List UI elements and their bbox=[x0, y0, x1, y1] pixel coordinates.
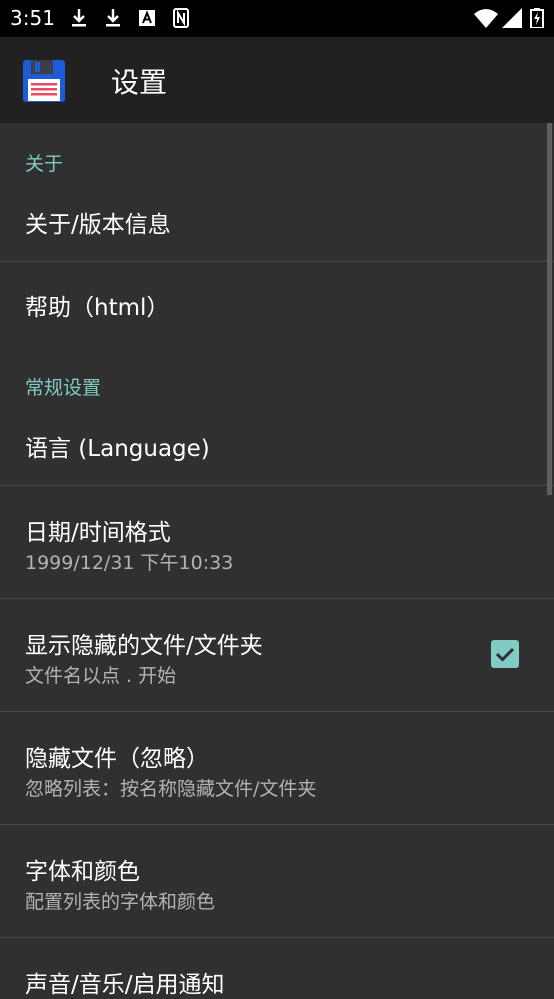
checkmark-icon bbox=[495, 647, 515, 662]
help-title: 帮助（html） bbox=[25, 295, 170, 321]
datetime-format-title: 日期/时间格式 bbox=[25, 520, 171, 546]
font-color-title: 字体和颜色 bbox=[25, 859, 140, 885]
n-notification-icon bbox=[173, 8, 189, 28]
status-bar: 3:51 bbox=[0, 0, 554, 37]
category-about-header: 关于 bbox=[25, 153, 64, 175]
about-version-item[interactable]: 关于/版本信息 bbox=[0, 185, 554, 261]
help-item[interactable]: 帮助（html） bbox=[0, 262, 554, 346]
scrollbar[interactable] bbox=[547, 123, 552, 495]
wifi-icon bbox=[474, 9, 498, 28]
language-item[interactable]: 语言 (Language) bbox=[0, 408, 554, 485]
font-color-summary: 配置列表的字体和颜色 bbox=[25, 891, 216, 913]
a-notification-icon bbox=[139, 10, 155, 26]
app-bar: 设置 bbox=[0, 37, 554, 123]
hidden-files-ignore-item[interactable]: 隐藏文件（忽略） 忽略列表：按名称隐藏文件/文件夹 bbox=[0, 712, 554, 824]
show-hidden-files-item[interactable]: 显示隐藏的文件/文件夹 文件名以点 . 开始 bbox=[0, 599, 554, 711]
about-version-title: 关于/版本信息 bbox=[25, 212, 171, 238]
signal-icon bbox=[502, 8, 522, 28]
hidden-files-ignore-title: 隐藏文件（忽略） bbox=[25, 746, 209, 772]
show-hidden-files-title: 显示隐藏的文件/文件夹 bbox=[25, 633, 263, 659]
show-hidden-files-summary: 文件名以点 . 开始 bbox=[25, 665, 177, 687]
floppy-disk-icon bbox=[23, 60, 65, 102]
download-icon bbox=[72, 9, 86, 27]
datetime-format-summary: 1999/12/31 下午10:33 bbox=[25, 552, 234, 574]
battery-charging-icon bbox=[530, 8, 544, 28]
settings-list[interactable]: 关于 关于/版本信息 帮助（html） 常规设置 语言 (Language) 日… bbox=[0, 123, 554, 998]
language-title: 语言 (Language) bbox=[25, 436, 210, 462]
page-title: 设置 bbox=[111, 66, 168, 99]
status-time: 3:51 bbox=[10, 6, 55, 30]
sound-notification-item[interactable]: 声音/音乐/启用通知 bbox=[0, 938, 554, 998]
show-hidden-files-checkbox[interactable] bbox=[491, 640, 519, 668]
datetime-format-item[interactable]: 日期/时间格式 1999/12/31 下午10:33 bbox=[0, 486, 554, 598]
download-icon bbox=[106, 9, 120, 27]
hidden-files-ignore-summary: 忽略列表：按名称隐藏文件/文件夹 bbox=[25, 778, 317, 800]
font-color-item[interactable]: 字体和颜色 配置列表的字体和颜色 bbox=[0, 825, 554, 937]
sound-notification-title: 声音/音乐/启用通知 bbox=[25, 972, 225, 998]
category-general-header: 常规设置 bbox=[25, 377, 102, 399]
